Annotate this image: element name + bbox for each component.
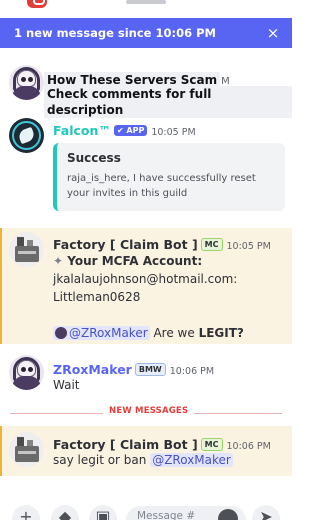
message-title-line: Check comments for full description [44,86,292,118]
message-item[interactable]: Factory [ Claim Bot ] MC 10:05 PM ✦ Your M… [0,228,292,344]
message-item[interactable]: Factory [ Claim Bot ] MC 10:06 PM say legi… [0,426,292,476]
user-mention[interactable]: @ZRoxMaker [53,326,150,340]
drag-handle[interactable] [126,0,166,4]
avatar[interactable] [9,432,44,467]
message-timestamp: 10:06 PM [226,441,271,452]
message-heading: Your MCFA Account: [67,254,203,268]
avatar[interactable] [9,65,44,100]
new-messages-label: NEW MESSAGES [103,406,195,416]
app-badge: ✔ APP [113,125,148,136]
message-emphasis: LEGIT? [198,326,244,340]
role-badge: MC [200,238,223,251]
message-composer: + ◆ ▣ Message # ➤ [0,498,292,520]
message-username[interactable]: Factory [ Claim Bot ] [53,237,198,252]
message-username[interactable]: ZRoxMaker [53,362,132,377]
avatar[interactable] [9,355,44,390]
message-username[interactable]: Factory [ Claim Bot ] [53,437,198,452]
top-strip [0,0,292,18]
message-text: Littleman0628 [53,290,141,304]
message-timestamp: 10:06 PM [169,366,215,377]
mention-avatar-icon [55,327,67,339]
role-badge: BMW [134,363,166,376]
message-text: jkalalaujohnson@hotmail.com: [53,272,238,286]
message-timestamp: 10:05 PM [151,127,196,138]
embed-description: raja_is_here, I have successfully reset … [67,173,256,199]
message-timestamp: 10:05 PM [226,241,271,252]
message-text: Are we [153,326,195,340]
gift-icon[interactable]: ▣ [89,505,117,520]
message-text: Wait [53,378,80,392]
send-icon[interactable]: ➤ [252,505,280,520]
message-username[interactable]: Falcon™ [53,123,111,138]
user-mention[interactable]: @ZRoxMaker [150,453,233,467]
apps-icon[interactable]: ◆ [51,505,79,520]
app-logo-icon [27,0,47,8]
message-item[interactable]: ZRoxMaker BMW 10:06 PM Wait [0,352,292,398]
banner-text: 1 new message since 10:06 PM [14,26,216,40]
message-embed: Success raja_is_here, I have successfull… [53,143,285,211]
new-message-banner[interactable]: 1 new message since 10:06 PM × [0,18,292,48]
message-text: say legit or ban [53,453,147,467]
role-badge: MC [200,438,223,451]
close-icon[interactable]: × [264,24,282,42]
message-item[interactable]: How These Servers Scam M Check comments f… [0,62,292,118]
avatar[interactable] [9,232,44,267]
mention-label: @ZRoxMaker [69,326,148,340]
plus-icon[interactable]: + [12,505,40,520]
avatar[interactable] [9,118,44,153]
rocket-icon: ✦ [53,254,64,268]
embed-title: Success [67,151,121,165]
